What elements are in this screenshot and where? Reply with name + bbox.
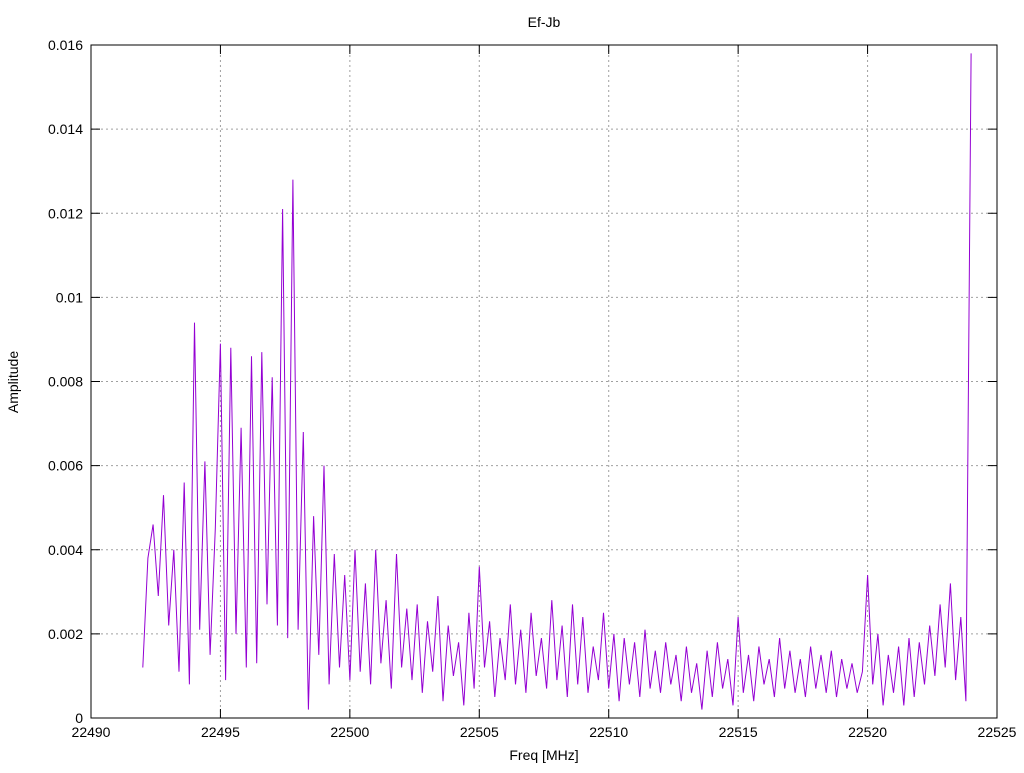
x-tick-label: 22515 [719,724,758,740]
y-tick-label: 0.006 [48,458,83,474]
y-tick-label: 0.012 [48,205,83,221]
y-axis-label: Amplitude [5,351,21,413]
x-tick-label: 22500 [330,724,369,740]
y-tick-label: 0.002 [48,626,83,642]
y-tick-label: 0.008 [48,374,83,390]
y-tick-label: 0.01 [56,289,83,305]
x-tick-label: 22520 [848,724,887,740]
y-tick-label: 0.004 [48,542,83,558]
y-tick-label: 0.014 [48,121,83,137]
x-axis-label: Freq [MHz] [509,747,578,763]
x-tick-label: 22490 [72,724,111,740]
y-tick-label: 0 [75,710,83,726]
x-tick-label: 22525 [978,724,1017,740]
x-tick-label: 22495 [201,724,240,740]
x-tick-label: 22510 [589,724,628,740]
chart-title: Ef-Jb [528,14,561,30]
chart: 22490 22495 22500 22505 22510 22515 22520 22525… [5,14,1017,763]
y-tick-label: 0.016 [48,37,83,53]
x-tick-label: 22505 [460,724,499,740]
